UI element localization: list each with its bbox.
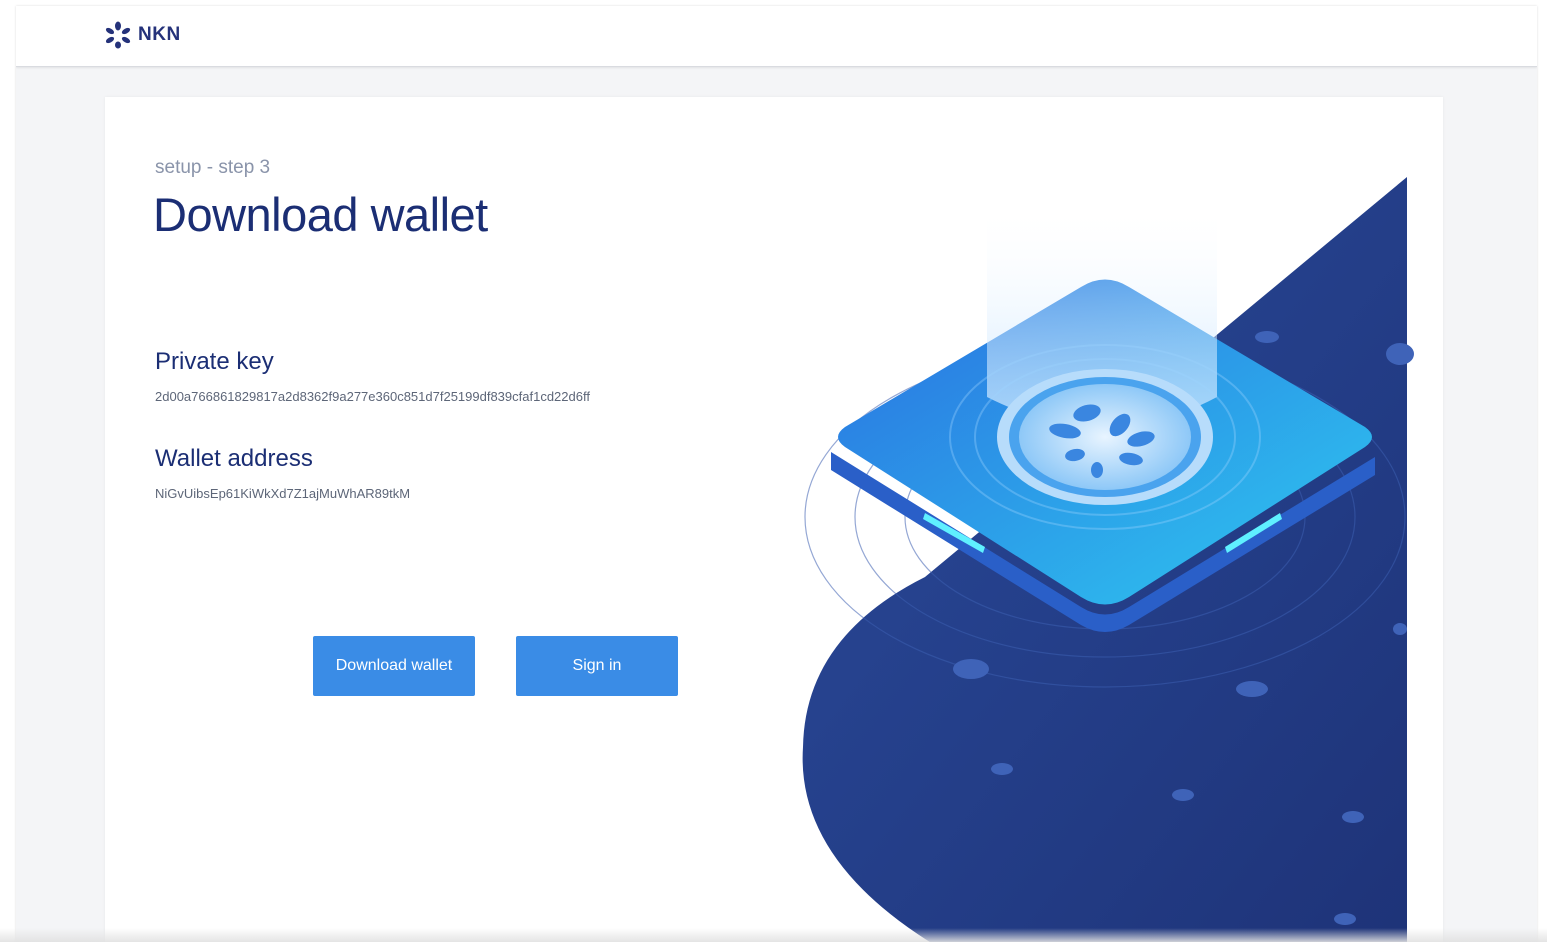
setup-card: setup - step 3 Download wallet Private k… [105,97,1443,942]
page-title: Download wallet [153,188,488,241]
private-key-label: Private key [155,348,274,375]
wallet-address-value: NiGvUibsEp61KiWkXd7Z1ajMuWhAR89tkM [155,486,411,501]
nkn-logo-icon [104,21,132,49]
private-key-value: 2d00a766861829817a2d8362f9a277e360c851d7… [155,389,590,404]
download-wallet-button[interactable]: Download wallet [313,636,475,696]
top-navigation-bar: NKN [16,6,1537,67]
wallet-illustration [775,157,1415,942]
wallet-address-label: Wallet address [155,445,313,472]
brand-name: NKN [138,24,181,45]
sign-in-button[interactable]: Sign in [516,636,678,696]
window-bottom-shadow [0,928,1547,942]
step-indicator: setup - step 3 [155,157,271,178]
app-window: NKN setup - step 3 Download wallet Priva… [16,6,1537,942]
brand-logo[interactable]: NKN [104,20,181,50]
